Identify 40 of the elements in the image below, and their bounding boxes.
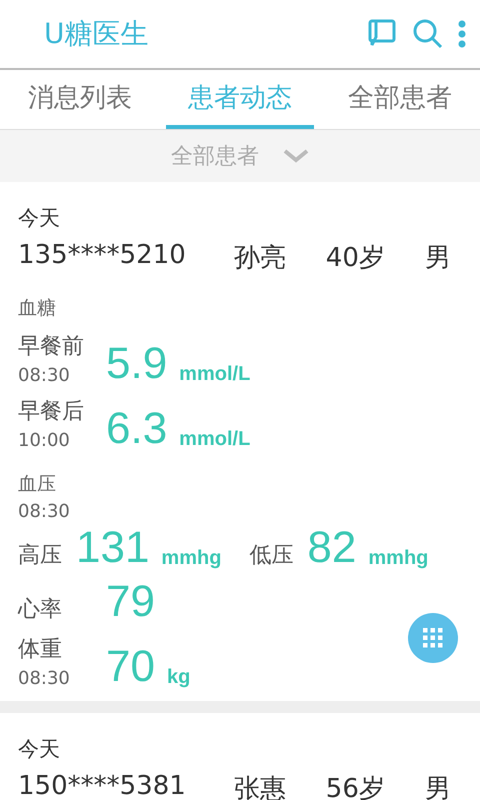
section-heading: 血压 <box>18 472 57 497</box>
time-label: 08:30 <box>18 501 71 522</box>
patient-gender: 男 <box>424 773 451 800</box>
date-label: 今天 <box>18 736 61 763</box>
reading-label: 心率 <box>18 596 63 624</box>
reading-value: 82 <box>307 526 356 570</box>
unit-label: mmhg <box>368 547 428 570</box>
time-label: 08:30 <box>18 668 71 689</box>
chevron-down-icon <box>283 149 309 163</box>
reading-value: 5.9 <box>106 342 168 386</box>
reading-label: 早餐前 <box>18 333 85 361</box>
tab[interactable]: 消息列表 <box>6 70 154 129</box>
patient-phone: 135****5210 <box>18 240 186 272</box>
reading-value: 6.3 <box>106 407 168 451</box>
app-title: U糖医生 <box>44 16 150 52</box>
reading-value: 70 <box>106 645 155 689</box>
patient-gender: 男 <box>424 242 451 275</box>
unit-label: kg <box>166 666 190 689</box>
patient-name: 孙亮 <box>234 242 286 275</box>
reading-value: 79 <box>106 580 155 624</box>
reading-label: 早餐后 <box>18 398 85 426</box>
patient-phone: 150****5381 <box>18 771 186 800</box>
patient-age: 56岁 <box>326 773 385 800</box>
unit-label: mmol/L <box>179 428 250 451</box>
unit-label: mmhg <box>161 547 222 570</box>
unit-label: mmol/L <box>179 363 250 386</box>
grid-icon <box>423 628 443 648</box>
reading-label: 高压 <box>18 542 62 570</box>
tab[interactable]: 全部患者 <box>326 70 474 129</box>
section-heading: 血糖 <box>18 296 57 321</box>
time-label: 10:00 <box>18 430 71 451</box>
patient-age: 40岁 <box>326 242 385 275</box>
reading-label: 低压 <box>249 542 294 570</box>
search-icon[interactable] <box>412 18 444 50</box>
reading-label: 体重 <box>18 636 63 664</box>
time-label: 08:30 <box>18 365 71 386</box>
grid-menu-button[interactable] <box>408 613 458 663</box>
reading-value: 131 <box>76 526 150 570</box>
date-label: 今天 <box>18 205 61 232</box>
more-icon[interactable] <box>458 20 466 48</box>
